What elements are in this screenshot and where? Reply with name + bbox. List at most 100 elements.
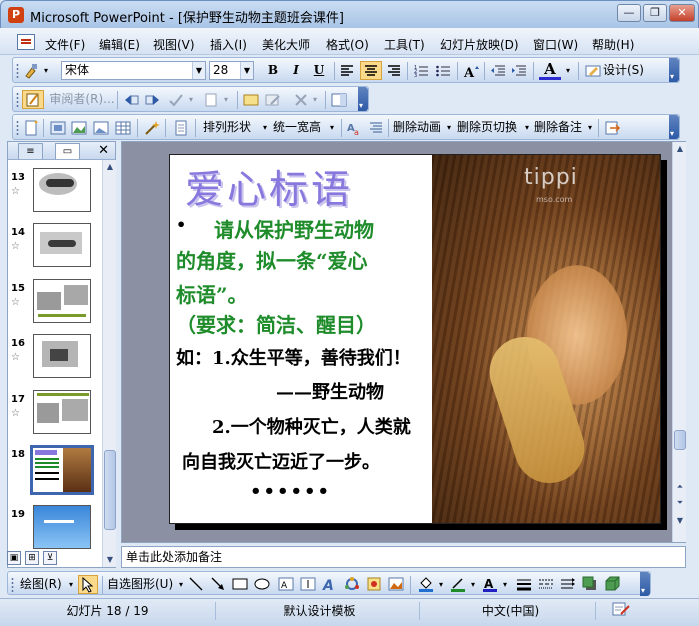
text-replace-icon[interactable]: Aa (347, 120, 363, 136)
toolbar-options-button[interactable] (358, 87, 368, 111)
scroll-up-icon[interactable]: ▲ (103, 160, 117, 174)
dash-style-icon[interactable] (538, 576, 554, 592)
increase-font-size-icon[interactable]: A (463, 63, 479, 79)
oval-icon[interactable] (254, 576, 270, 592)
toolbar-grip[interactable] (16, 63, 19, 79)
draw-menu-button[interactable]: 绘图(R) (20, 575, 70, 594)
table-icon[interactable] (115, 120, 131, 136)
format-painter-icon[interactable] (23, 63, 39, 79)
tab-slides[interactable]: ▭ (55, 143, 80, 159)
diagram-icon[interactable] (344, 576, 360, 592)
slides-panel-scrollbar[interactable]: ▲ ▼ (102, 160, 116, 567)
reviewing-pane-icon[interactable] (331, 92, 347, 108)
arrow-icon[interactable] (210, 576, 226, 592)
chevron-down-icon[interactable]: ▼ (240, 62, 253, 79)
font-name-select[interactable]: 宋体 ▼ (61, 61, 206, 80)
slide-text-line[interactable]: 2.一个物种灭亡，人类就 (212, 413, 411, 439)
toolbar-grip[interactable] (11, 577, 14, 593)
italic-button[interactable]: I (286, 61, 306, 80)
magic-wand-icon[interactable] (144, 120, 160, 136)
slide-thumbnail-selected[interactable]: 18 (8, 445, 102, 495)
apply-changes-icon[interactable] (168, 92, 184, 108)
chevron-down-icon[interactable]: ▾ (468, 575, 478, 594)
font-color-icon[interactable]: A (482, 576, 498, 592)
toolbar-options-button[interactable] (669, 58, 679, 82)
chevron-down-icon[interactable]: ▾ (327, 118, 337, 137)
menu-insert[interactable]: 插入(I) (210, 36, 247, 53)
chevron-down-icon[interactable]: ▾ (310, 90, 320, 109)
toolbar-options-button[interactable] (640, 572, 650, 596)
slide-text-line[interactable]: 标语”。 (176, 279, 248, 308)
restore-button[interactable]: ❐ (643, 4, 667, 22)
delete-comment-icon[interactable] (293, 92, 309, 108)
design-icon[interactable] (585, 63, 601, 79)
insert-comment-icon[interactable] (243, 92, 259, 108)
rectangle-icon[interactable] (232, 576, 248, 592)
chevron-down-icon[interactable]: ▼ (192, 62, 205, 79)
toolbar-options-button[interactable] (669, 115, 679, 139)
slide-text-line[interactable]: 请从保护野生动物 (214, 214, 374, 243)
paragraph-format-icon[interactable] (368, 120, 384, 136)
edit-comment-icon[interactable] (265, 92, 281, 108)
vertical-textbox-icon[interactable] (300, 576, 316, 592)
slide-thumbnail[interactable]: 15 ☆ (8, 279, 102, 329)
export-icon[interactable] (604, 120, 620, 136)
slide-text-line[interactable]: 如：1.众生平等，善待我们！ (176, 344, 411, 370)
picture-icon[interactable] (71, 120, 87, 136)
menu-file[interactable]: 文件(F) (45, 36, 85, 53)
line-style-icon[interactable] (516, 576, 532, 592)
slide-text-line[interactable]: ——野生动物 (276, 378, 384, 404)
menu-slideshow[interactable]: 幻灯片放映(D) (440, 36, 519, 53)
arrow-style-icon[interactable] (560, 576, 576, 592)
unapply-changes-icon[interactable] (203, 92, 219, 108)
chevron-down-icon[interactable]: ▾ (221, 90, 231, 109)
menu-beautify[interactable]: 美化大师 (262, 36, 310, 53)
slide-scrollbar[interactable]: ▲ ⏶ ⏷ ▼ (672, 142, 686, 542)
design-button[interactable]: 设计(S) (603, 61, 647, 80)
chevron-down-icon[interactable]: ▾ (436, 575, 446, 594)
slide-thumbnail[interactable]: 19 (8, 505, 102, 555)
chevron-down-icon[interactable]: ▾ (66, 575, 76, 594)
chevron-down-icon[interactable]: ▾ (585, 118, 595, 137)
slide-layout-1-icon[interactable] (50, 120, 66, 136)
scroll-down-icon[interactable]: ▼ (673, 514, 687, 528)
bold-button[interactable]: B (263, 61, 283, 80)
next-item-icon[interactable] (145, 92, 161, 108)
textbox-icon[interactable]: A (278, 576, 294, 592)
clip-art-icon[interactable] (366, 576, 382, 592)
toolbar-grip[interactable] (16, 120, 19, 136)
notes-page-icon[interactable] (173, 120, 189, 136)
chevron-down-icon[interactable]: ▾ (186, 90, 196, 109)
chevron-down-icon[interactable]: ▾ (500, 575, 510, 594)
menu-view[interactable]: 视图(V) (153, 36, 195, 53)
3d-style-icon[interactable] (604, 576, 620, 592)
toolbar-grip[interactable] (16, 92, 19, 108)
reviewer-button[interactable]: 审阅者(R)... (49, 90, 115, 109)
show-markup-button[interactable] (22, 90, 44, 109)
align-right-icon[interactable] (386, 63, 402, 79)
chevron-down-icon[interactable]: ▾ (522, 118, 532, 137)
decrease-indent-icon[interactable] (490, 63, 506, 79)
previous-item-icon[interactable] (123, 92, 139, 108)
slide-thumbnail[interactable]: 14 ☆ (8, 223, 102, 273)
photo-album-icon[interactable] (93, 120, 109, 136)
slide-photo[interactable]: tippi mso.com (432, 155, 660, 523)
normal-view-icon[interactable]: ▣ (7, 551, 21, 565)
wordart-icon[interactable]: A (322, 576, 338, 592)
slide-thumbnail[interactable]: 16 ☆ (8, 334, 102, 384)
chevron-down-icon[interactable]: ▾ (176, 575, 186, 594)
autoshapes-button[interactable]: 自选图形(U) (107, 575, 179, 594)
numbered-list-icon[interactable]: 123 (413, 63, 429, 79)
underline-button[interactable]: U (309, 61, 329, 80)
line-color-icon[interactable] (450, 576, 466, 592)
current-slide[interactable]: tippi mso.com 爱心标语 • 请从保护野生动物 的角度，拟一条“爱心… (169, 154, 661, 524)
fill-color-icon[interactable] (418, 576, 434, 592)
previous-slide-icon[interactable]: ⏶ (673, 480, 687, 494)
new-slide-icon[interactable] (23, 120, 39, 136)
increase-indent-icon[interactable] (511, 63, 527, 79)
slide-text-line[interactable]: 的角度，拟一条“爱心 (176, 245, 368, 274)
document-icon[interactable] (17, 34, 35, 50)
close-button[interactable]: ✕ (669, 4, 695, 22)
design-template-status[interactable]: 默认设计模板 (220, 602, 420, 620)
bullet-list-icon[interactable] (435, 63, 451, 79)
